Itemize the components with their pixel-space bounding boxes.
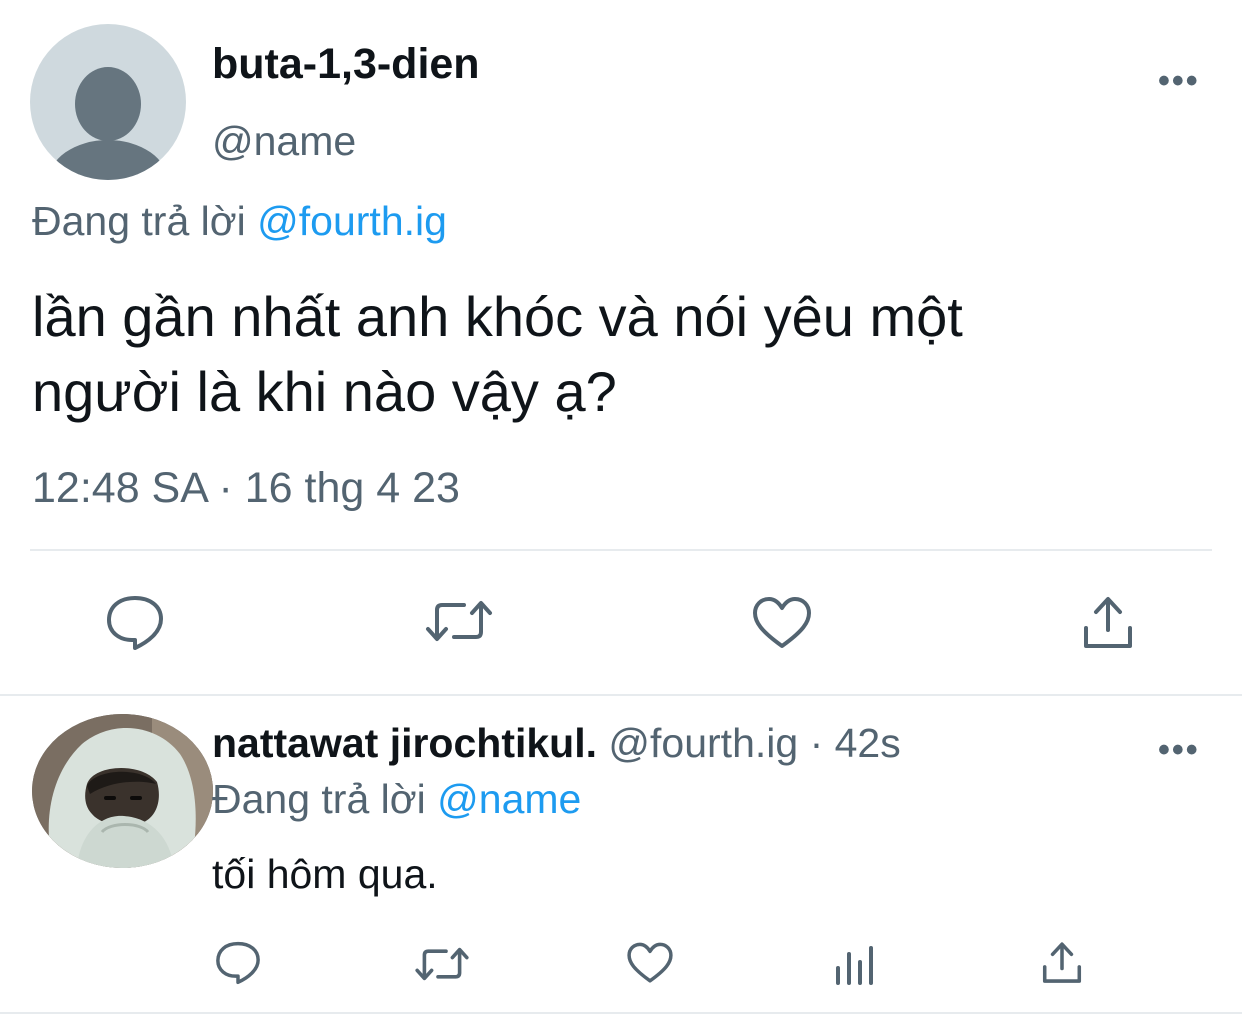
share-icon[interactable]: [1040, 940, 1084, 986]
reply-author-line: nattawat jirochtikul. @fourth.ig · 42s: [212, 720, 901, 767]
reply-icon[interactable]: [104, 594, 166, 652]
replying-to-link[interactable]: @name: [437, 776, 581, 822]
analytics-icon[interactable]: [834, 946, 878, 986]
retweet-icon[interactable]: [424, 596, 494, 646]
tweet-text: tối hôm qua.: [212, 851, 438, 897]
divider: [30, 549, 1212, 551]
reply-icon[interactable]: [214, 940, 262, 986]
more-options-icon[interactable]: •••: [1158, 733, 1200, 767]
profile-photo: [32, 714, 213, 868]
divider: [0, 1012, 1242, 1014]
like-icon[interactable]: [626, 942, 674, 984]
share-icon[interactable]: [1080, 594, 1136, 652]
author-display-name[interactable]: nattawat jirochtikul.: [212, 720, 597, 766]
replying-to-link[interactable]: @fourth.ig: [257, 198, 447, 244]
tweet-timestamp[interactable]: 12:48 SA · 16 thg 4 23: [32, 464, 460, 513]
avatar[interactable]: [30, 24, 186, 180]
replying-to-context: Đang trả lời @name: [212, 776, 581, 823]
retweet-icon[interactable]: [414, 944, 470, 984]
tweet-text: lần gần nhất anh khóc và nói yêu một ngư…: [32, 279, 1212, 429]
author-handle[interactable]: @fourth.ig: [608, 720, 798, 766]
default-avatar-icon: [48, 67, 168, 180]
tweet-text-line: lần gần nhất anh khóc và nói yêu một: [32, 285, 963, 348]
replying-to-label: Đang trả lời: [32, 198, 246, 244]
avatar[interactable]: [32, 714, 213, 868]
divider: [0, 694, 1242, 696]
tweet-text-line: người là khi nào vậy ạ?: [32, 360, 617, 423]
replying-to-context: Đang trả lời @fourth.ig: [32, 198, 447, 245]
author-handle[interactable]: @name: [212, 118, 356, 165]
replying-to-label: Đang trả lời: [212, 776, 426, 822]
like-icon[interactable]: [751, 596, 813, 650]
author-display-name[interactable]: buta-1,3-dien: [212, 40, 480, 89]
separator-dot: ·: [798, 720, 835, 766]
more-options-icon[interactable]: •••: [1158, 64, 1200, 98]
relative-time[interactable]: 42s: [835, 720, 901, 766]
